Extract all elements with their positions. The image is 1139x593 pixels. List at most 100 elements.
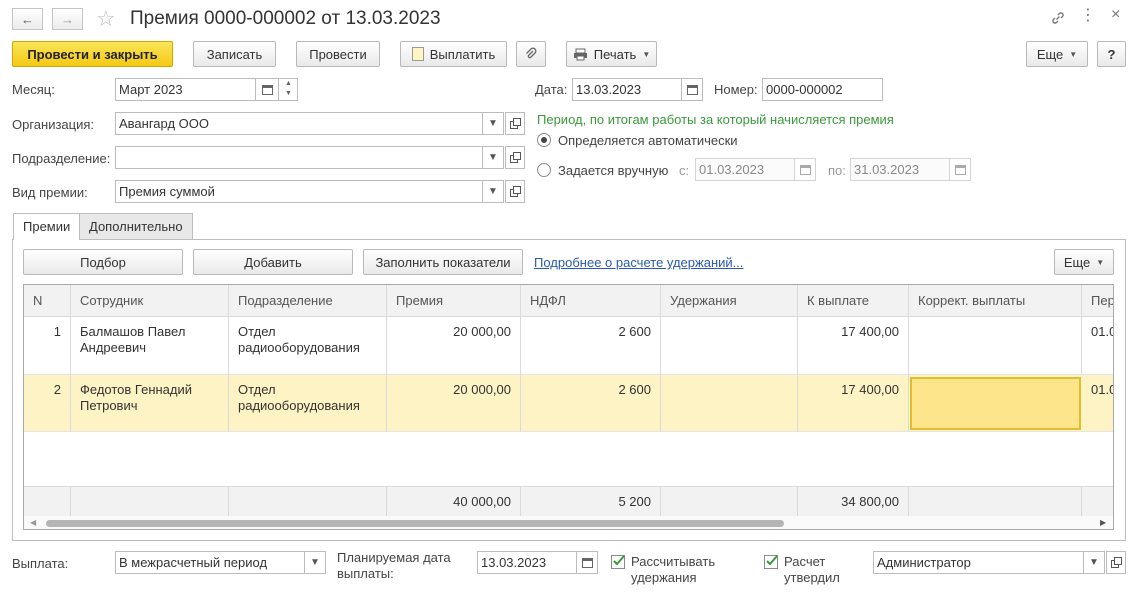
header-payout[interactable]: К выплате xyxy=(798,285,909,317)
cell-employee: Балмашов Павел Андреевич xyxy=(71,317,229,375)
checkmark-icon xyxy=(766,555,778,566)
back-button[interactable]: ← xyxy=(12,8,43,30)
tab-additional[interactable]: Дополнительно xyxy=(79,213,193,239)
select-button[interactable]: Подбор xyxy=(23,249,183,275)
close-icon[interactable]: × xyxy=(1111,6,1120,24)
forward-button[interactable]: → xyxy=(52,8,83,30)
more-button-label: Еще xyxy=(1036,46,1064,62)
calendar-icon[interactable] xyxy=(949,159,970,180)
radio-auto-label: Определяется автоматически xyxy=(558,133,738,148)
deductions-details-link[interactable]: Подробнее о расчете удержаний... xyxy=(534,255,744,270)
dropdown-arrow-icon: ▼ xyxy=(1096,257,1105,267)
pay-button[interactable]: Выплатить xyxy=(400,41,507,67)
month-value: Март 2023 xyxy=(119,82,183,97)
post-button[interactable]: Провести xyxy=(296,41,380,67)
header-deductions[interactable]: Удержания xyxy=(661,285,798,317)
open-department-icon[interactable] xyxy=(505,146,525,169)
from-date-field[interactable]: 01.03.2023 xyxy=(695,158,816,181)
arrow-left-icon: ← xyxy=(21,11,34,27)
cell-ndfl: 2 600 xyxy=(521,317,661,375)
date-label: Дата: xyxy=(535,82,568,97)
open-bonus-type-icon[interactable] xyxy=(505,180,525,203)
payment-field[interactable]: В межрасчетный период ▼ xyxy=(115,551,326,574)
calendar-icon[interactable] xyxy=(681,79,702,100)
stepper-down-icon[interactable]: ▼ xyxy=(285,90,292,97)
horizontal-scrollbar[interactable]: ◀ ▶ xyxy=(24,516,1113,529)
open-approver-icon[interactable] xyxy=(1106,551,1126,574)
calendar-icon[interactable] xyxy=(794,159,815,180)
add-button[interactable]: Добавить xyxy=(193,249,353,275)
dropdown-arrow-icon[interactable]: ▼ xyxy=(304,552,325,573)
link-icon[interactable] xyxy=(1050,10,1066,29)
department-field[interactable]: ▼ xyxy=(115,146,504,169)
calendar-icon[interactable] xyxy=(576,552,597,573)
radio-manual-label: Задается вручную xyxy=(558,163,669,178)
payment-label: Выплата: xyxy=(12,556,69,571)
header-period[interactable]: Пер xyxy=(1082,285,1113,317)
bonus-type-label: Вид премии: xyxy=(12,185,88,200)
header-ndfl[interactable]: НДФЛ xyxy=(521,285,661,317)
more-vertical-icon[interactable]: ⋮ xyxy=(1080,5,1097,25)
radio-manual[interactable] xyxy=(537,163,551,177)
document-pay-icon xyxy=(411,47,424,61)
radio-selected-dot xyxy=(541,137,547,143)
table-more-label: Еще xyxy=(1063,254,1091,270)
scroll-right-icon[interactable]: ▶ xyxy=(1100,518,1106,527)
total-cell-department xyxy=(229,487,387,517)
cell-payout: 17 400,00 xyxy=(798,375,909,432)
from-date-value: 01.03.2023 xyxy=(699,162,765,177)
table-row-selected[interactable]: 2 Федотов Геннадий Петрович Отдел радиоо… xyxy=(24,375,1113,432)
table-row[interactable]: 1 Балмашов Павел Андреевич Отдел радиооб… xyxy=(24,317,1113,375)
dropdown-arrow-icon[interactable]: ▼ xyxy=(1083,552,1104,573)
help-button[interactable]: ? xyxy=(1097,41,1126,67)
attach-button[interactable] xyxy=(516,41,546,67)
approver-field[interactable]: Администратор ▼ xyxy=(873,551,1105,574)
number-field[interactable]: 0000-000002 xyxy=(762,78,883,101)
dropdown-arrow-icon[interactable]: ▼ xyxy=(482,147,503,168)
header-department[interactable]: Подразделение xyxy=(229,285,387,317)
cell-department: Отдел радиооборудования xyxy=(229,375,387,432)
stepper-up-icon[interactable]: ▲ xyxy=(285,80,292,87)
post-and-close-button[interactable]: Провести и закрыть xyxy=(12,41,173,67)
dropdown-arrow-icon[interactable]: ▼ xyxy=(482,181,503,202)
planned-date-field[interactable]: 13.03.2023 xyxy=(477,551,598,574)
organization-field[interactable]: Авангард ООО ▼ xyxy=(115,112,504,135)
radio-auto[interactable] xyxy=(537,133,551,147)
scroll-left-icon[interactable]: ◀ xyxy=(30,518,36,527)
cell-correction xyxy=(909,317,1082,375)
date-field[interactable]: 13.03.2023 xyxy=(572,78,703,101)
more-button[interactable]: Еще ▼ xyxy=(1026,41,1088,67)
approver-value: Администратор xyxy=(877,555,971,570)
header-correction[interactable]: Коррект. выплаты xyxy=(909,285,1082,317)
calendar-icon[interactable] xyxy=(255,79,278,100)
cell-department: Отдел радиооборудования xyxy=(229,317,387,375)
month-field[interactable]: Март 2023 xyxy=(115,78,279,101)
open-organization-icon[interactable] xyxy=(505,112,525,135)
cell-n: 2 xyxy=(24,375,71,432)
header-n[interactable]: N xyxy=(24,285,71,317)
header-bonus[interactable]: Премия xyxy=(387,285,521,317)
header-employee[interactable]: Сотрудник xyxy=(71,285,229,317)
scrollbar-thumb[interactable] xyxy=(46,520,784,527)
month-stepper[interactable]: ▲ ▼ xyxy=(278,78,298,101)
organization-value: Авангард ООО xyxy=(119,116,209,131)
to-date-field[interactable]: 31.03.2023 xyxy=(850,158,971,181)
calc-deductions-checkbox[interactable] xyxy=(611,555,625,569)
pay-button-label: Выплатить xyxy=(429,46,496,62)
save-button[interactable]: Записать xyxy=(193,41,276,67)
table-more-button[interactable]: Еще ▼ xyxy=(1054,249,1114,275)
total-bonus: 40 000,00 xyxy=(387,487,521,517)
fill-indicators-button[interactable]: Заполнить показатели xyxy=(363,249,523,275)
tab-bonuses[interactable]: Премии xyxy=(13,213,81,240)
cell-correction-active[interactable] xyxy=(910,377,1081,430)
date-value: 13.03.2023 xyxy=(576,82,642,97)
favorite-star-icon[interactable]: ☆ xyxy=(96,6,116,32)
bonus-type-field[interactable]: Премия суммой ▼ xyxy=(115,180,504,203)
table-totals-row: 40 000,00 5 200 34 800,00 xyxy=(24,486,1113,517)
paperclip-icon xyxy=(526,47,537,59)
dropdown-arrow-icon: ▼ xyxy=(1069,49,1078,59)
calc-approved-checkbox[interactable] xyxy=(764,555,778,569)
print-button[interactable]: Печать ▼ xyxy=(566,41,657,67)
printer-icon xyxy=(573,48,587,60)
dropdown-arrow-icon[interactable]: ▼ xyxy=(482,113,503,134)
